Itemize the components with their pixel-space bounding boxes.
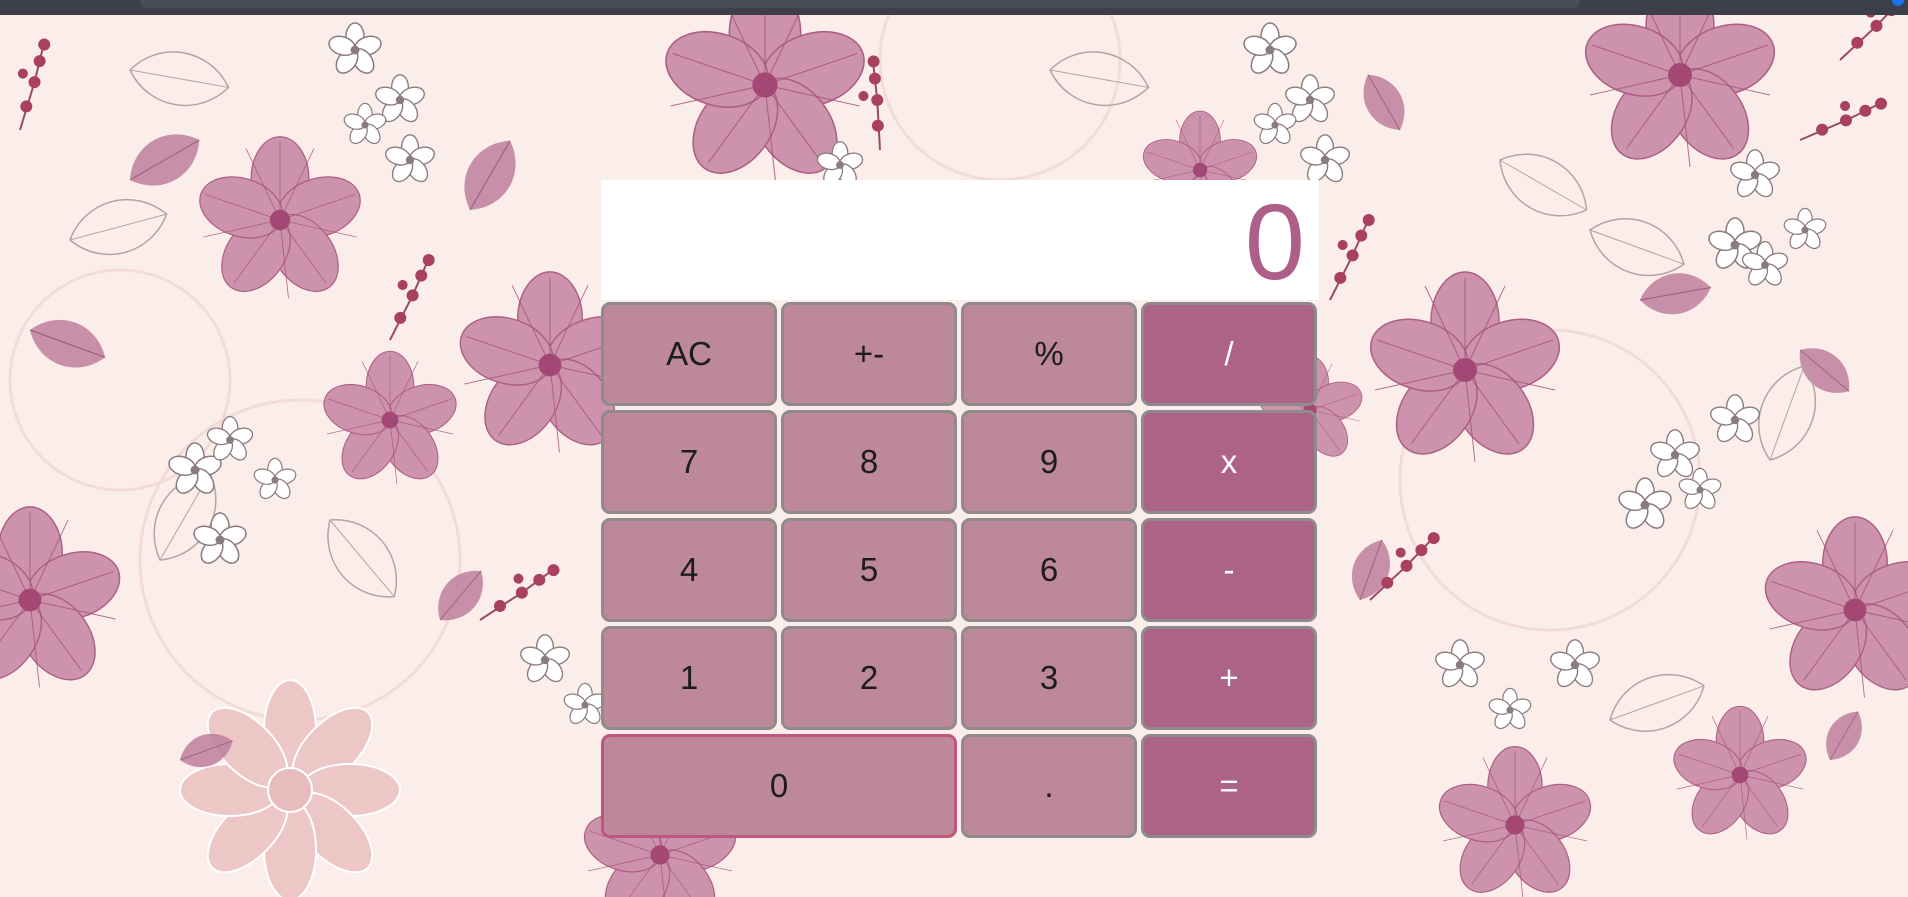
key-divide-button[interactable]: / (1141, 302, 1317, 406)
key-decimal-button[interactable]: . (961, 734, 1137, 838)
browser-top-bar (0, 0, 1908, 15)
key-2-button[interactable]: 2 (781, 626, 957, 730)
key-7-button[interactable]: 7 (601, 410, 777, 514)
key-subtract-button[interactable]: - (1141, 518, 1317, 622)
key-multiply-button[interactable]: x (1141, 410, 1317, 514)
key-equals-button[interactable]: = (1141, 734, 1317, 838)
browser-profile-icon[interactable] (1892, 0, 1904, 6)
calculator: 0 AC +-%/ 7 8 9 x 4 5 6- 1 2 3 +0. = (601, 180, 1319, 838)
key-5-button[interactable]: 5 (781, 518, 957, 622)
key-3-button[interactable]: 3 (961, 626, 1137, 730)
key-1-button[interactable]: 1 (601, 626, 777, 730)
key-8-button[interactable]: 8 (781, 410, 957, 514)
browser-address-strip (140, 0, 1580, 8)
key-6-button[interactable]: 6 (961, 518, 1137, 622)
key-percent-button[interactable]: % (961, 302, 1137, 406)
calculator-keypad: AC +-%/ 7 8 9 x 4 5 6- 1 2 3 +0. = (601, 302, 1319, 838)
key-9-button[interactable]: 9 (961, 410, 1137, 514)
key-4-button[interactable]: 4 (601, 518, 777, 622)
key-0-button[interactable]: 0 (601, 734, 957, 838)
calculator-display: 0 (601, 180, 1319, 300)
key-clear-button[interactable]: AC (601, 302, 777, 406)
key-add-button[interactable]: + (1141, 626, 1317, 730)
key-sign-button[interactable]: +- (781, 302, 957, 406)
